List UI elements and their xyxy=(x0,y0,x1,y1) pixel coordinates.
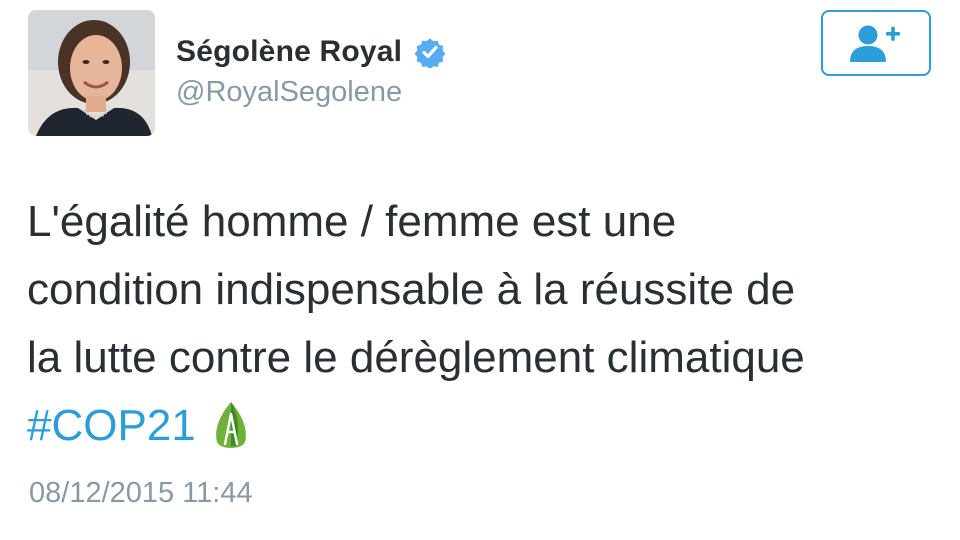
cop21-leaf-icon xyxy=(215,402,246,448)
author-handle[interactable]: @RoyalSegolene xyxy=(176,76,402,109)
display-name[interactable]: Ségolène Royal xyxy=(176,35,402,69)
tweet-text-line: L'égalité homme / femme est une xyxy=(27,197,677,246)
avatar[interactable] xyxy=(28,10,155,136)
hashtag-link[interactable]: #COP21 xyxy=(27,392,196,460)
author-name-row: Ségolène Royal xyxy=(176,30,446,74)
avatar-photo xyxy=(28,10,155,136)
add-user-icon xyxy=(850,25,900,62)
verified-badge-icon xyxy=(414,38,446,68)
follow-button[interactable] xyxy=(821,10,931,76)
tweet-text-line: la lutte contre le dérèglement climatiqu… xyxy=(27,333,805,382)
hashtag-row: #COP21 xyxy=(27,392,937,460)
tweet-card: Ségolène Royal @RoyalSegolene L'égalité … xyxy=(0,0,960,540)
tweet-timestamp[interactable]: 08/12/2015 11:44 xyxy=(29,477,253,510)
tweet-text-line: condition indispensable à la réussite de xyxy=(27,265,796,314)
tweet-text: L'égalité homme / femme est une conditio… xyxy=(27,188,937,460)
